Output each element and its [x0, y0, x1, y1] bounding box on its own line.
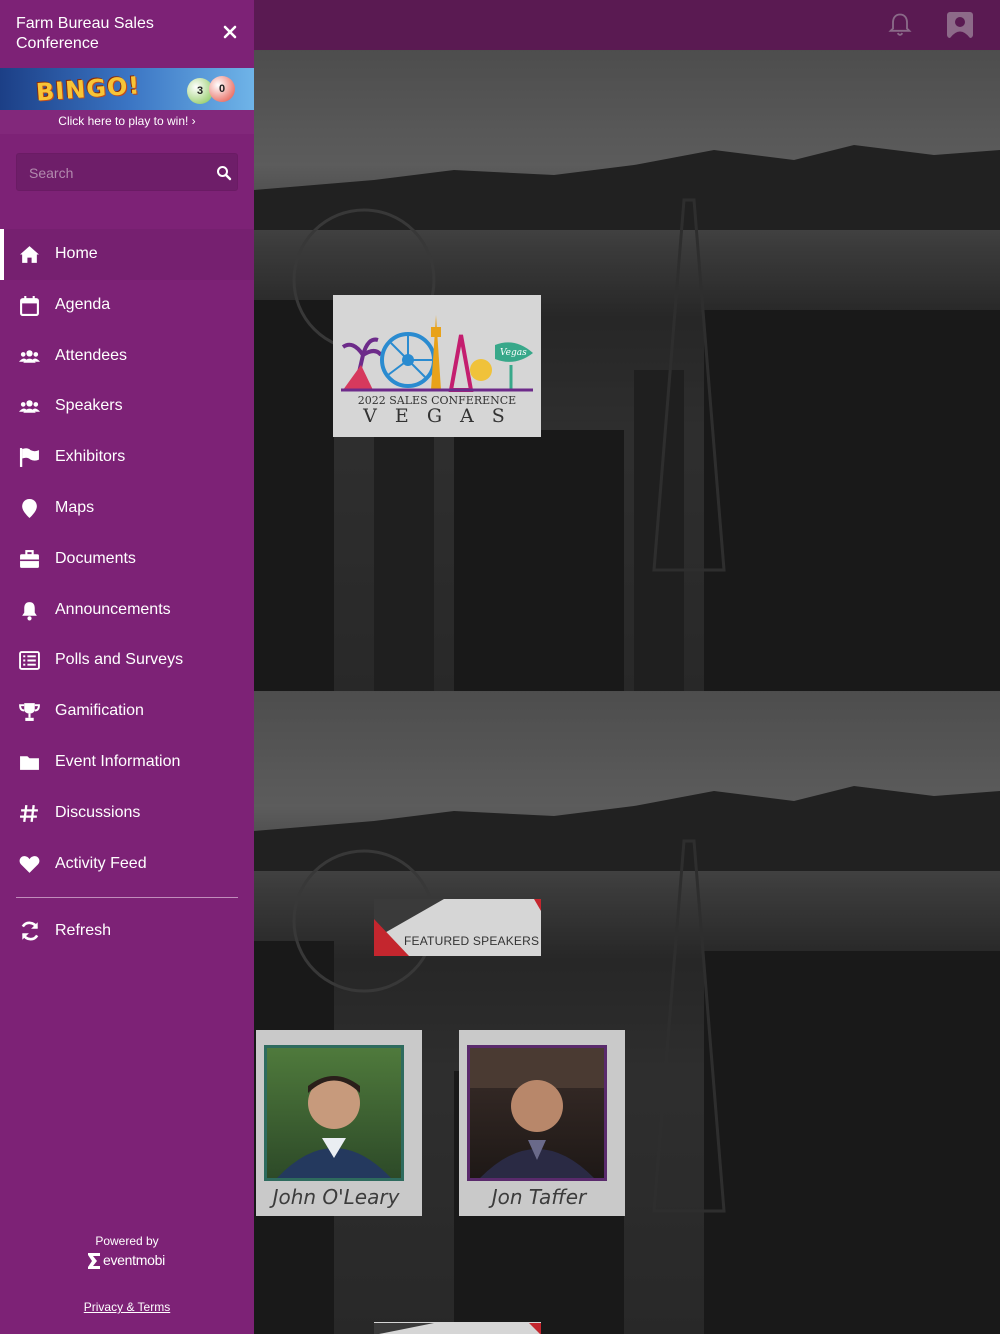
notification-bell-icon[interactable] [886, 11, 914, 39]
search-placeholder: Search [29, 165, 74, 181]
refresh-label: Refresh [55, 922, 112, 939]
user-avatar-icon[interactable] [947, 12, 973, 38]
next-section-header [374, 1322, 541, 1334]
nav-item-announcements[interactable]: Announcements [0, 585, 254, 636]
nav-item-gamification[interactable]: Gamification [0, 686, 254, 737]
list-icon [19, 651, 40, 671]
speaker-card[interactable]: John O'Leary [256, 1030, 422, 1216]
heart-icon [19, 855, 40, 873]
bingo-banner[interactable]: BINGO! 3 0 [0, 68, 254, 110]
refresh-button[interactable]: Refresh [0, 906, 254, 956]
bingo-title: BINGO! [35, 71, 142, 107]
side-drawer: Farm Bureau Sales Conference BINGO! 3 0 … [0, 0, 254, 1334]
nav-divider [16, 897, 238, 898]
logo-line2: V E G A S [363, 405, 511, 427]
map-pin-icon [22, 499, 37, 518]
nav-label: Attendees [55, 346, 128, 364]
speaker-name: John O'Leary [272, 1185, 400, 1209]
nav-label: Event Information [55, 752, 181, 770]
nav-item-maps[interactable]: Maps [0, 483, 254, 534]
refresh-icon [21, 921, 39, 941]
speaker-photo [264, 1045, 404, 1181]
nav-label: Gamification [55, 702, 144, 720]
search-input[interactable]: Search [16, 153, 238, 191]
nav-item-discussions[interactable]: Discussions [0, 788, 254, 839]
speaker-name: Jon Taffer [491, 1185, 587, 1209]
eventmobi-logo-icon [88, 1253, 100, 1269]
hashtag-icon [20, 804, 38, 822]
briefcase-icon [20, 549, 39, 568]
main-navigation: Home Agenda Attendees Speakers Exhibitor… [0, 229, 254, 889]
close-icon[interactable] [220, 22, 240, 42]
nav-item-home[interactable]: Home [0, 229, 254, 280]
bingo-cta-link[interactable]: Click here to play to win! › [0, 110, 254, 134]
conference-logo[interactable]: Vegas 2022 SALES CONFERENCE V E G A S [333, 295, 541, 437]
logo-sign-text: Vegas [500, 348, 527, 358]
bingo-ball: 0 [209, 76, 235, 102]
nav-item-speakers[interactable]: Speakers [0, 381, 254, 432]
powered-by-label: Powered by [95, 1234, 159, 1248]
search-icon[interactable] [216, 165, 232, 181]
nav-label: Maps [55, 498, 95, 516]
nav-label: Agenda [55, 295, 111, 313]
nav-item-documents[interactable]: Documents [0, 534, 254, 585]
eventmobi-logo[interactable]: eventmobi [86, 1251, 170, 1271]
users-icon [19, 400, 40, 414]
nav-label: Polls and Surveys [55, 651, 184, 669]
nav-item-polls-and-surveys[interactable]: Polls and Surveys [0, 635, 254, 686]
bell-icon [22, 601, 37, 621]
speaker-card[interactable]: Jon Taffer [459, 1030, 625, 1216]
nav-item-event-information[interactable]: Event Information [0, 737, 254, 788]
nav-item-exhibitors[interactable]: Exhibitors [0, 432, 254, 483]
nav-label: Activity Feed [55, 854, 147, 872]
featured-speakers-label: FEATURED SPEAKERS [404, 934, 540, 948]
nav-label: Announcements [55, 600, 171, 618]
nav-item-attendees[interactable]: Attendees [0, 331, 254, 382]
trophy-icon [19, 703, 40, 722]
folder-icon [20, 756, 39, 770]
nav-label: Home [55, 245, 98, 262]
privacy-terms-link[interactable]: Privacy & Terms [0, 1300, 254, 1314]
featured-speakers-header[interactable]: FEATURED SPEAKERS [374, 899, 541, 956]
app-title: Farm Bureau Sales Conference [16, 15, 154, 52]
nav-label: Documents [55, 549, 136, 567]
flag-icon [19, 448, 39, 468]
calendar-icon [20, 295, 39, 316]
nav-item-agenda[interactable]: Agenda [0, 280, 254, 331]
nav-label: Exhibitors [55, 448, 126, 466]
speakers-background-image [254, 691, 1000, 1334]
nav-label: Discussions [55, 803, 141, 821]
speaker-photo [467, 1045, 607, 1181]
nav-item-activity-feed[interactable]: Activity Feed [0, 839, 254, 890]
users-icon [19, 349, 40, 363]
eventmobi-wordmark: eventmobi [103, 1252, 165, 1268]
home-icon [20, 246, 39, 263]
nav-label: Speakers [55, 397, 123, 415]
